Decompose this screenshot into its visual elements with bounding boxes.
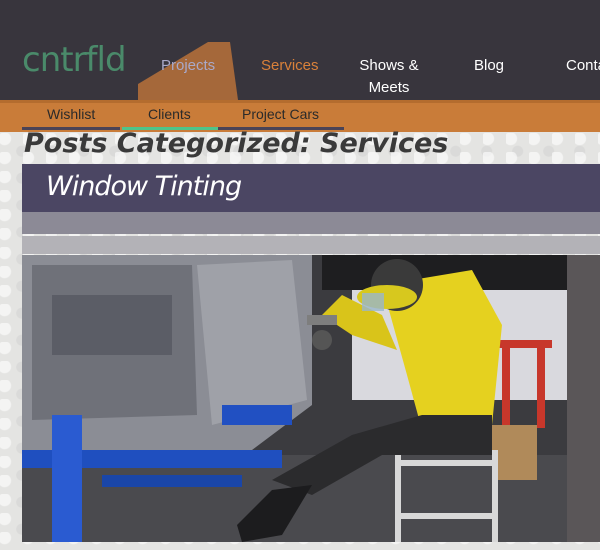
post-featured-image[interactable] <box>22 255 600 542</box>
post-meta-bar-secondary <box>22 236 600 254</box>
nav-item-shows-meets-line2: Meets <box>368 79 410 96</box>
subnav-tab-clients-label: Clients <box>148 106 191 122</box>
nav-item-shows-meets[interactable]: Shows & Meets <box>357 56 421 98</box>
subnav-tab-project-cars[interactable]: Project Cars <box>218 103 345 130</box>
subnav-tab-wishlist-label: Wishlist <box>47 106 96 122</box>
post-image-illustration <box>22 255 600 542</box>
nav-item-projects[interactable]: Projects <box>161 56 215 76</box>
nav-item-blog[interactable]: Blog <box>474 56 504 76</box>
post-title[interactable]: Window Tinting <box>46 171 242 202</box>
post-meta-bar <box>22 212 600 234</box>
nav-item-shows-meets-line1: Shows & <box>359 57 419 74</box>
site-logo[interactable]: cntrfld <box>22 40 127 80</box>
page-title: Posts Categorized: Services <box>24 128 449 159</box>
subnav-tab-clients[interactable]: Clients <box>122 103 218 130</box>
subnav-tab-project-cars-label: Project Cars <box>242 106 320 122</box>
nav-item-services[interactable]: Services <box>261 56 319 76</box>
nav-item-contact[interactable]: Conta <box>566 56 600 76</box>
subnav-tab-wishlist[interactable]: Wishlist <box>22 103 121 130</box>
